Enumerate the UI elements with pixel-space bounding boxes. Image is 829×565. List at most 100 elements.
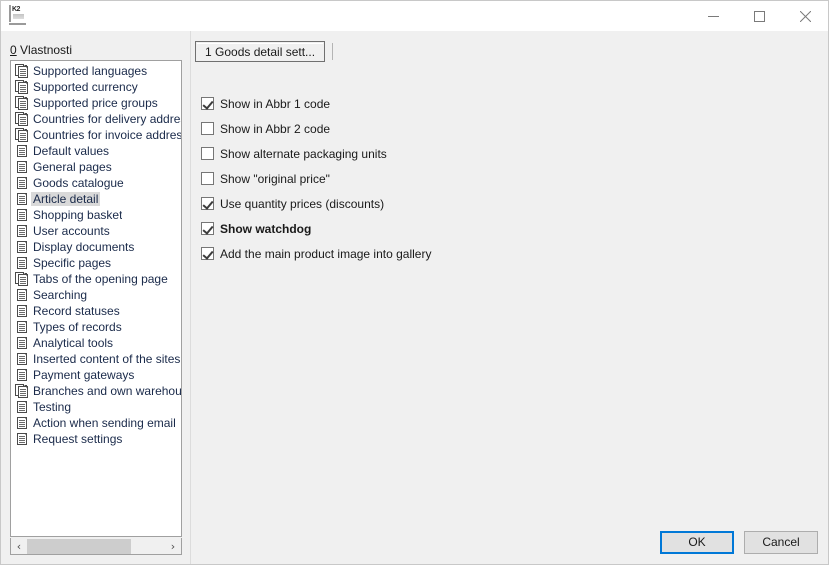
list-item[interactable]: Action when sending email (11, 415, 181, 431)
list-item-label: Specific pages (33, 256, 111, 270)
list-item-label: Testing (33, 400, 71, 414)
list-item-label: User accounts (33, 224, 110, 238)
horizontal-scrollbar[interactable]: ‹ › (10, 538, 182, 555)
document-icon (15, 224, 28, 238)
checkbox-row[interactable]: Show watchdog (201, 216, 818, 241)
list-item[interactable]: Article detail (11, 191, 181, 207)
list-item[interactable]: Countries for invoice addresses (11, 127, 181, 143)
list-item-label: Payment gateways (33, 368, 134, 382)
document-icon (15, 304, 28, 318)
checkbox-checked-icon[interactable] (201, 247, 214, 260)
list-item-label: Request settings (33, 432, 122, 446)
checkbox-label: Use quantity prices (discounts) (220, 197, 384, 211)
document-icon (15, 160, 28, 174)
list-item[interactable]: Supported languages (11, 63, 181, 79)
minimize-icon[interactable] (690, 1, 736, 31)
list-item[interactable]: Countries for delivery addresses (11, 111, 181, 127)
dialog-content: 0 Vlastnosti Supported languagesSupporte… (1, 31, 828, 564)
properties-label-accel: 0 (10, 43, 17, 57)
dialog-window: K2 0 Vlastnosti Supported languagesSuppo… (0, 0, 829, 565)
properties-listbox[interactable]: Supported languages Supported currency Sup… (10, 60, 182, 537)
list-item[interactable]: Branches and own warehouses (11, 383, 181, 399)
tab-separator (332, 43, 333, 60)
document-icon (15, 320, 28, 334)
list-item[interactable]: Searching (11, 287, 181, 303)
maximize-icon[interactable] (736, 1, 782, 31)
tab-strip: 1 Goods detail sett... (195, 40, 333, 62)
scrollbar-thumb[interactable] (27, 539, 131, 554)
document-icon (15, 336, 28, 350)
list-item-label: Default values (33, 144, 109, 158)
multi-document-icon (15, 128, 28, 142)
list-item-label: Types of records (33, 320, 122, 334)
document-icon (15, 288, 28, 302)
properties-label-text: Vlastnosti (17, 43, 72, 57)
checkbox-label: Show alternate packaging units (220, 147, 387, 161)
multi-document-icon (15, 112, 28, 126)
list-item-label: Analytical tools (33, 336, 113, 350)
multi-document-icon (15, 96, 28, 110)
list-item[interactable]: Default values (11, 143, 181, 159)
list-item-label: Shopping basket (33, 208, 122, 222)
properties-label: 0 Vlastnosti (10, 43, 72, 57)
document-icon (15, 416, 28, 430)
checkbox-checked-icon[interactable] (201, 222, 214, 235)
checkbox-row[interactable]: Show in Abbr 2 code (201, 116, 818, 141)
list-item-label: Action when sending email (33, 416, 176, 430)
checkbox-unchecked-icon[interactable] (201, 172, 214, 185)
document-icon (15, 400, 28, 414)
list-item[interactable]: Shopping basket (11, 207, 181, 223)
list-item[interactable]: Inserted content of the sites (11, 351, 181, 367)
checkbox-checked-icon[interactable] (201, 97, 214, 110)
list-item[interactable]: Display documents (11, 239, 181, 255)
ok-button[interactable]: OK (660, 531, 734, 554)
list-item-label: Supported languages (33, 64, 147, 78)
checkbox-row[interactable]: Show in Abbr 1 code (201, 91, 818, 116)
list-item[interactable]: Analytical tools (11, 335, 181, 351)
checkbox-label: Show "original price" (220, 172, 330, 186)
list-item-label: Supported price groups (33, 96, 158, 110)
list-item[interactable]: Request settings (11, 431, 181, 447)
tab-goods-detail-settings[interactable]: 1 Goods detail sett... (195, 41, 325, 62)
list-item-label: General pages (33, 160, 112, 174)
list-item[interactable]: Goods catalogue (11, 175, 181, 191)
checkbox-row[interactable]: Add the main product image into gallery (201, 241, 818, 266)
document-icon (15, 144, 28, 158)
checkbox-row[interactable]: Show "original price" (201, 166, 818, 191)
list-item[interactable]: Record statuses (11, 303, 181, 319)
list-item[interactable]: Testing (11, 399, 181, 415)
scroll-left-arrow-icon[interactable]: ‹ (11, 539, 27, 554)
document-icon (15, 352, 28, 366)
list-item-label: Display documents (33, 240, 134, 254)
tab-label: 1 Goods detail sett... (205, 45, 315, 59)
checkbox-row[interactable]: Show alternate packaging units (201, 141, 818, 166)
scrollbar-track[interactable] (27, 539, 165, 554)
checkbox-unchecked-icon[interactable] (201, 147, 214, 160)
document-icon (15, 432, 28, 446)
multi-document-icon (15, 64, 28, 78)
close-icon[interactable] (782, 1, 828, 31)
list-item-label: Searching (33, 288, 87, 302)
checkbox-checked-icon[interactable] (201, 197, 214, 210)
list-item[interactable]: Tabs of the opening page (11, 271, 181, 287)
document-icon (15, 208, 28, 222)
app-logo-text: K2 (12, 6, 20, 13)
scroll-right-arrow-icon[interactable]: › (165, 539, 181, 554)
list-item-label: Countries for invoice addresses (33, 128, 181, 142)
list-item[interactable]: General pages (11, 159, 181, 175)
list-item-label: Supported currency (33, 80, 138, 94)
cancel-button[interactable]: Cancel (744, 531, 818, 554)
app-logo-icon: K2 (9, 5, 31, 25)
checkbox-unchecked-icon[interactable] (201, 122, 214, 135)
checkbox-row[interactable]: Use quantity prices (discounts) (201, 191, 818, 216)
checkbox-label: Show in Abbr 2 code (220, 122, 330, 136)
list-item[interactable]: Types of records (11, 319, 181, 335)
list-item[interactable]: User accounts (11, 223, 181, 239)
list-item[interactable]: Payment gateways (11, 367, 181, 383)
list-item[interactable]: Supported price groups (11, 95, 181, 111)
title-bar: K2 (1, 1, 828, 31)
list-item[interactable]: Supported currency (11, 79, 181, 95)
list-item-label: Goods catalogue (33, 176, 124, 190)
window-controls (690, 1, 828, 31)
list-item[interactable]: Specific pages (11, 255, 181, 271)
